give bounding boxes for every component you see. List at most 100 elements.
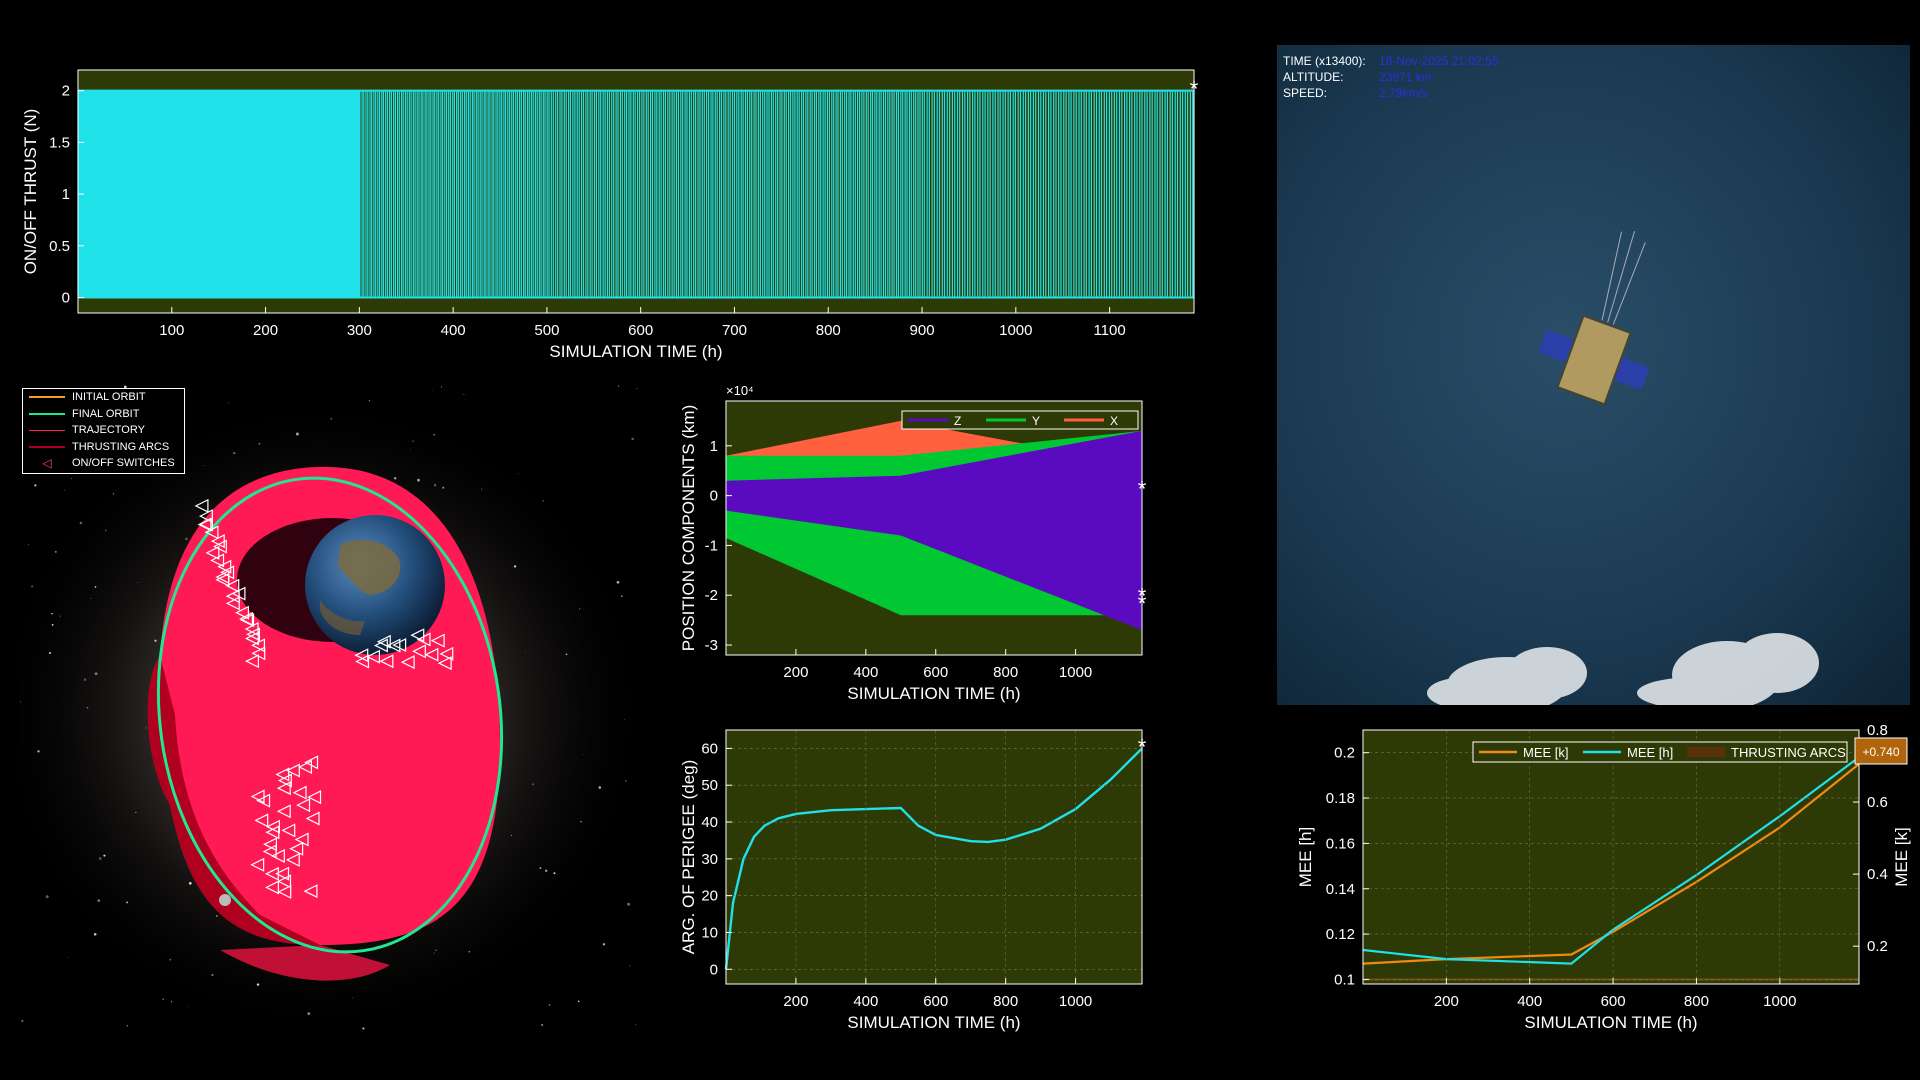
y-tick-label: 1 <box>62 186 70 203</box>
star <box>256 983 260 986</box>
mee-chart: 200 400 600 800 1000 0.1 0.12 0.14 0.16 0.18 0.2 SI… <box>1296 722 1911 1032</box>
y-tick-label: 2 <box>62 83 70 100</box>
time-label: TIME (x13400): <box>1283 54 1366 68</box>
y-tick-label: -1 <box>705 537 718 554</box>
x-axis-label: SIMULATION TIME (h) <box>1524 1013 1697 1032</box>
time-value: 18-Nov-2025 21:02:55 <box>1379 54 1499 68</box>
star <box>54 551 57 553</box>
star <box>93 933 97 936</box>
star <box>170 1001 173 1003</box>
star <box>580 821 582 823</box>
star <box>417 478 420 482</box>
legend-label: X <box>1110 414 1118 428</box>
star <box>215 915 218 917</box>
end-marker: * <box>1190 77 1199 102</box>
legend-label: MEE [h] <box>1627 745 1673 760</box>
legend-item-trajectory: TRAJECTORY <box>23 422 184 439</box>
legend-label: INITIAL ORBIT <box>72 391 146 404</box>
star <box>468 951 471 953</box>
x-tick-label: 600 <box>628 322 653 339</box>
star <box>481 488 483 490</box>
star <box>126 901 129 904</box>
star <box>442 486 445 489</box>
star <box>463 394 465 395</box>
x-tick-label: 1100 <box>1093 322 1125 339</box>
x-tick-label: 800 <box>816 322 841 339</box>
position-legend: ZYX <box>901 410 1139 430</box>
x-tick-label: 100 <box>159 322 184 339</box>
star <box>34 484 37 487</box>
star <box>545 869 548 872</box>
y-tick-label: 0.14 <box>1326 881 1355 898</box>
star <box>517 473 519 475</box>
star <box>187 1006 189 1008</box>
star <box>579 608 581 610</box>
star <box>68 957 69 959</box>
plot-area <box>1363 730 1859 984</box>
legend-label: Z <box>954 414 961 428</box>
x-tick-label: 400 <box>853 993 878 1010</box>
star <box>624 719 625 720</box>
render-hud: TIME (x13400): 18-Nov-2025 21:02:55 ALTIT… <box>1283 53 1498 101</box>
star <box>394 477 397 480</box>
badge-label: +0.740 <box>1862 745 1899 759</box>
star <box>145 727 147 729</box>
star <box>185 537 188 541</box>
triangle-left-icon: ◁ <box>42 456 52 471</box>
x-tick-label: 1000 <box>1059 664 1092 681</box>
star <box>532 783 535 786</box>
spacecraft-render-view[interactable] <box>1277 45 1910 713</box>
y-tick-label: 0.12 <box>1326 926 1355 943</box>
star <box>51 612 53 615</box>
y-tick-label: 0.2 <box>1334 745 1355 762</box>
thrust-chart: 100 200 300 400 500 600 700 800 900 1000 1100 0 0.5 1… <box>21 69 1199 361</box>
y-right-axis-label: MEE [k] <box>1892 827 1911 887</box>
y-tick-label: 30 <box>701 851 718 868</box>
y-axis-label: ARG. OF PERIGEE (deg) <box>679 760 698 955</box>
y-tick-label: 0.16 <box>1326 835 1355 852</box>
star <box>51 624 54 626</box>
altitude-label: ALTITUDE: <box>1283 70 1344 84</box>
star <box>368 400 371 402</box>
star <box>352 997 354 999</box>
x-tick-label: 1000 <box>1763 993 1796 1010</box>
y-tick-label: 0.5 <box>49 238 70 255</box>
altitude-value: 23971 km <box>1379 70 1432 84</box>
star <box>636 387 638 389</box>
legend-swatch <box>29 396 65 399</box>
star <box>71 478 72 479</box>
star <box>540 1023 544 1027</box>
star <box>295 432 299 436</box>
x-tick-label: 200 <box>783 993 808 1010</box>
star <box>169 958 172 961</box>
x-tick-label: 500 <box>534 322 559 339</box>
star <box>37 750 40 753</box>
render-scene <box>1277 45 1910 713</box>
orbit-3d-view[interactable] <box>0 385 650 1035</box>
star <box>86 706 89 709</box>
x-tick-label: 300 <box>347 322 372 339</box>
star <box>627 902 631 906</box>
x-tick-label: 200 <box>783 664 808 681</box>
x-tick-label: 200 <box>253 322 278 339</box>
star <box>431 389 433 391</box>
star <box>126 1024 129 1027</box>
end-marker: * <box>1138 477 1147 502</box>
star <box>433 484 437 487</box>
x-tick-label: 800 <box>993 664 1018 681</box>
star <box>83 678 87 681</box>
x-axis-label: SIMULATION TIME (h) <box>549 342 722 361</box>
star <box>45 895 49 899</box>
star <box>112 493 115 495</box>
plot-area <box>726 730 1142 984</box>
orbit-legend: INITIAL ORBIT FINAL ORBIT TRAJECTORY THR… <box>22 388 185 474</box>
y-tick-label: 40 <box>701 814 718 831</box>
star <box>525 652 527 654</box>
legend-label: Y <box>1032 414 1040 428</box>
x-tick-label: 600 <box>1601 993 1626 1010</box>
y-tick-label: -2 <box>705 587 718 604</box>
y-tick-label: 0 <box>710 488 718 505</box>
y-right-tick-label: 0.8 <box>1867 722 1888 739</box>
star <box>631 437 634 441</box>
star <box>634 1023 637 1026</box>
